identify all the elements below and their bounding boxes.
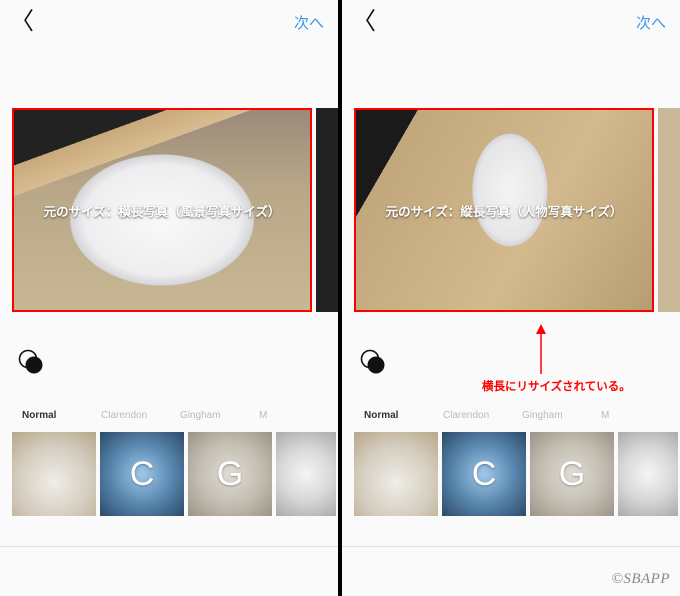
bottom-bar — [0, 546, 338, 596]
back-chevron-icon[interactable]: 〈 — [352, 10, 376, 34]
filter-label-clarendon: Clarendon — [443, 410, 522, 430]
edit-tools-row — [342, 342, 680, 382]
preview-overlay-text: 元のサイズ：横長写真（風景写真サイズ） — [14, 201, 310, 220]
filter-letter: C — [130, 455, 155, 494]
filter-tile-gingham[interactable]: G — [188, 432, 272, 516]
filter-letter: G — [217, 455, 243, 494]
filter-tile-m[interactable] — [618, 432, 678, 516]
filter-tile-normal[interactable] — [12, 432, 96, 516]
edit-tools-row — [0, 342, 338, 382]
filter-label-clarendon: Clarendon — [101, 410, 180, 430]
preview-row: 元のサイズ：横長写真（風景写真サイズ） — [12, 108, 338, 322]
filter-tile-normal[interactable] — [354, 432, 438, 516]
filter-tile-m[interactable] — [276, 432, 336, 516]
back-chevron-icon[interactable]: 〈 — [10, 10, 34, 34]
preview-image-main[interactable]: 元のサイズ：横長写真（風景写真サイズ） — [12, 108, 312, 312]
filter-tile-gingham[interactable]: G — [530, 432, 614, 516]
left-pane: 〈 次へ 元のサイズ：横長写真（風景写真サイズ） Normal Clarendo… — [0, 0, 339, 596]
right-pane: 〈 次へ 元のサイズ：縦長写真（人物写真サイズ） 横長にリサイズされている。 N… — [341, 0, 680, 596]
preview-overlay-text: 元のサイズ：縦長写真（人物写真サイズ） — [356, 201, 652, 220]
filter-strip[interactable]: C G — [12, 432, 338, 520]
topbar: 〈 次へ — [342, 0, 680, 44]
filter-tile-clarendon[interactable]: C — [100, 432, 184, 516]
preview-peek-next[interactable] — [316, 108, 338, 312]
filter-label-m: M — [601, 410, 680, 430]
preview-image-main[interactable]: 元のサイズ：縦長写真（人物写真サイズ） — [354, 108, 654, 312]
preview-peek-next[interactable] — [658, 108, 680, 312]
filter-label-gingham: Gingham — [180, 410, 259, 430]
filter-letter: C — [472, 455, 497, 494]
lux-contrast-icon[interactable] — [18, 349, 44, 375]
filter-letter: G — [559, 455, 585, 494]
filter-label-normal: Normal — [364, 410, 443, 430]
filter-labels: Normal Clarendon Gingham M — [342, 410, 680, 430]
next-button[interactable]: 次へ — [636, 12, 666, 33]
filter-label-normal: Normal — [22, 410, 101, 430]
filter-label-gingham: Gingham — [522, 410, 601, 430]
lux-contrast-icon[interactable] — [360, 349, 386, 375]
watermark: ©SBAPP — [611, 571, 670, 588]
filter-labels: Normal Clarendon Gingham M — [0, 410, 338, 430]
topbar: 〈 次へ — [0, 0, 338, 44]
filter-label-m: M — [259, 410, 338, 430]
next-button[interactable]: 次へ — [294, 12, 324, 33]
preview-row: 元のサイズ：縦長写真（人物写真サイズ） — [354, 108, 680, 322]
filter-tile-clarendon[interactable]: C — [442, 432, 526, 516]
filter-strip[interactable]: C G — [354, 432, 680, 520]
